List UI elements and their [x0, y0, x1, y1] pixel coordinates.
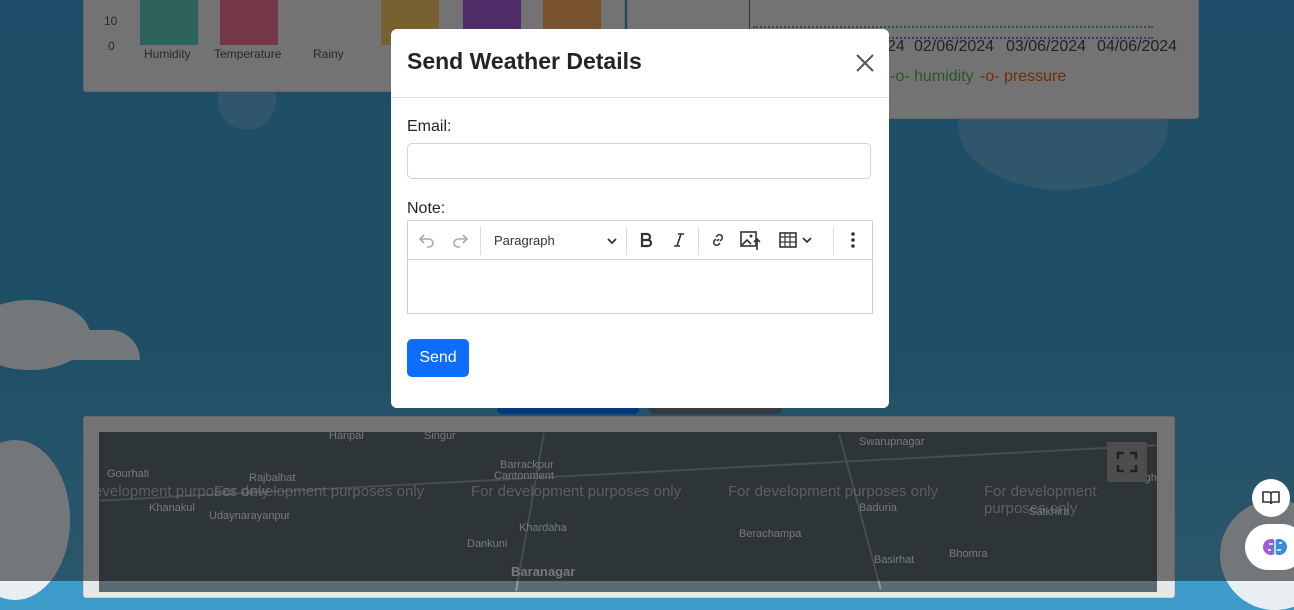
bold-button[interactable] — [635, 229, 657, 251]
editor-toolbar: Paragraph — [407, 220, 873, 260]
redo-icon — [453, 234, 469, 248]
image-upload-button[interactable] — [740, 229, 762, 251]
heading-dropdown[interactable]: Paragraph — [486, 227, 622, 255]
toolbar-separator — [698, 227, 699, 255]
modal-title: Send Weather Details — [407, 48, 642, 74]
bold-icon — [640, 232, 653, 248]
modal-header: Send Weather Details — [391, 29, 889, 98]
brain-icon — [1263, 539, 1287, 555]
redo-button[interactable] — [449, 229, 471, 251]
italic-button[interactable] — [668, 229, 690, 251]
book-icon — [1262, 491, 1280, 505]
note-editor[interactable] — [407, 259, 873, 314]
assistant-button[interactable] — [1245, 524, 1294, 570]
chevron-down-icon — [607, 238, 617, 245]
undo-icon — [418, 234, 434, 248]
toolbar-separator — [480, 227, 481, 255]
toolbar-separator — [833, 227, 834, 255]
image-upload-icon — [740, 231, 761, 250]
link-button[interactable] — [707, 229, 729, 251]
more-icon — [851, 232, 855, 248]
more-button[interactable] — [842, 229, 864, 251]
heading-dropdown-label: Paragraph — [494, 233, 555, 248]
email-label: Email: — [407, 118, 452, 135]
send-button[interactable]: Send — [407, 339, 469, 377]
italic-icon — [674, 233, 684, 247]
undo-button[interactable] — [416, 229, 438, 251]
table-button[interactable] — [776, 229, 816, 251]
email-field[interactable] — [407, 143, 871, 179]
close-button[interactable] — [855, 53, 875, 73]
send-weather-modal: Send Weather Details Email: Note: Paragr… — [391, 29, 889, 408]
close-icon — [856, 54, 874, 72]
link-icon — [712, 233, 724, 247]
reader-button[interactable] — [1252, 479, 1290, 517]
toolbar-separator — [626, 227, 627, 255]
table-icon — [779, 232, 812, 248]
note-label: Note: — [407, 200, 446, 217]
